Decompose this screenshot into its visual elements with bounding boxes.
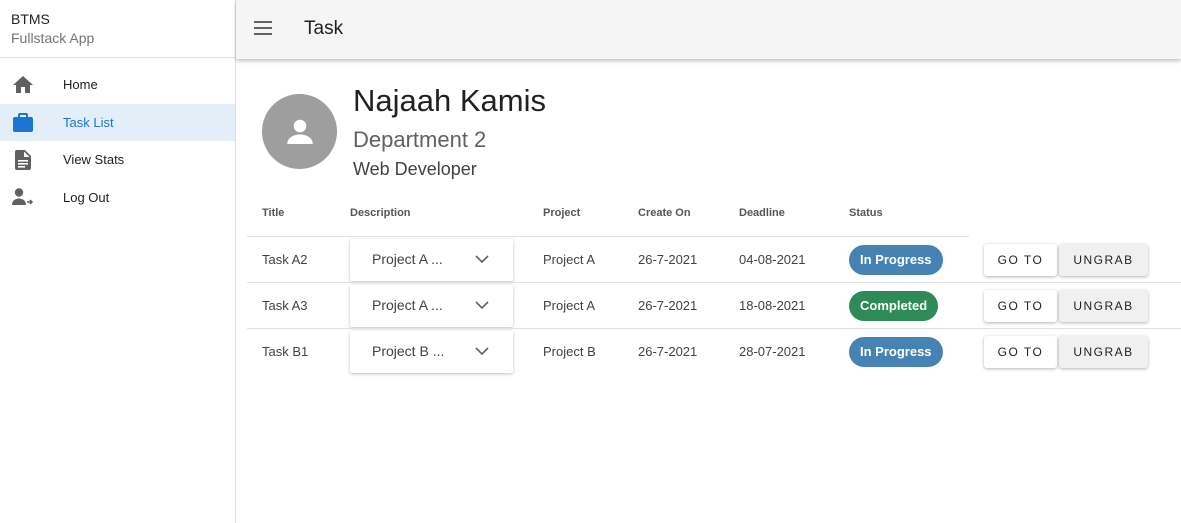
column-header-status: Status	[849, 207, 883, 219]
profile-role: Web Developer	[353, 159, 477, 179]
task-deadline: 28-07-2021	[739, 344, 806, 359]
person-icon	[286, 119, 313, 144]
go-to-button[interactable]: GO TO	[984, 244, 1057, 276]
column-header-deadline: Deadline	[739, 207, 785, 219]
sidebar-item-home[interactable]: Home	[0, 66, 235, 104]
logout-icon	[12, 186, 34, 208]
description-text: Project A ...	[372, 297, 443, 313]
status-badge: Completed	[849, 291, 939, 321]
profile-name: Najaah Kamis	[353, 83, 546, 118]
column-header-title: Title	[262, 207, 285, 219]
column-header-description: Description	[350, 207, 411, 219]
sidebar-item-label: View Stats	[63, 152, 125, 168]
brand-subtitle: Fullstack App	[11, 30, 95, 46]
table-row: Task B1 Project B ... Project B 26-7-202…	[247, 329, 1181, 375]
app-header: Task	[236, 0, 1181, 59]
task-created: 26-7-2021	[638, 252, 698, 267]
task-deadline: 18-08-2021	[739, 298, 806, 313]
sidebar-item-label: Task List	[63, 114, 114, 130]
ungrab-button[interactable]: UNGRAB	[1059, 244, 1148, 276]
sidebar-item-view-stats[interactable]: View Stats	[0, 141, 235, 179]
main-content: Najaah Kamis Department 2 Web Developer …	[236, 59, 1181, 523]
profile-department: Department 2	[353, 127, 487, 152]
task-project: Project A	[543, 252, 596, 267]
brand-title: BTMS	[11, 11, 50, 27]
description-text: Project B ...	[372, 343, 445, 359]
task-title: Task A2	[262, 252, 308, 267]
home-icon	[12, 74, 34, 96]
sidebar-item-label: Home	[63, 77, 98, 93]
avatar	[262, 94, 337, 169]
go-to-button[interactable]: GO TO	[984, 336, 1057, 368]
description-text: Project A ...	[372, 251, 443, 267]
chevron-down-icon	[475, 255, 489, 264]
sidebar-item-log-out[interactable]: Log Out	[0, 179, 235, 217]
document-icon	[12, 149, 34, 171]
table-row: Task A3 Project A ... Project A 26-7-202…	[247, 283, 1181, 329]
task-created: 26-7-2021	[638, 344, 698, 359]
task-deadline: 04-08-2021	[739, 252, 806, 267]
go-to-button[interactable]: GO TO	[984, 290, 1057, 322]
sidebar: BTMS Fullstack App Home Task List View S…	[0, 0, 236, 523]
app-root: BTMS Fullstack App Home Task List View S…	[0, 0, 1181, 523]
status-badge: In Progress	[849, 245, 943, 275]
status-badge: In Progress	[849, 337, 943, 367]
task-title: Task B1	[262, 344, 309, 359]
chevron-down-icon	[475, 301, 489, 310]
sidebar-nav: Home Task List View Stats Log Out	[0, 58, 235, 216]
description-dropdown[interactable]: Project A ...	[350, 285, 513, 327]
column-header-project: Project	[543, 207, 581, 219]
description-dropdown[interactable]: Project B ...	[350, 331, 513, 373]
ungrab-button[interactable]: UNGRAB	[1059, 290, 1148, 322]
table-row: Task A2 Project A ... Project A 26-7-202…	[247, 237, 1181, 283]
ungrab-button[interactable]: UNGRAB	[1059, 336, 1148, 368]
menu-icon[interactable]	[252, 17, 274, 39]
page-title: Task	[304, 18, 344, 39]
description-dropdown[interactable]: Project A ...	[350, 239, 513, 281]
task-project: Project B	[543, 344, 596, 359]
task-project: Project A	[543, 298, 596, 313]
chevron-down-icon	[475, 347, 489, 356]
sidebar-item-label: Log Out	[63, 189, 110, 205]
briefcase-icon	[12, 111, 34, 133]
brand: BTMS Fullstack App	[0, 0, 235, 58]
column-header-create-on: Create On	[638, 207, 691, 219]
task-created: 26-7-2021	[638, 298, 698, 313]
sidebar-item-task-list[interactable]: Task List	[0, 103, 235, 141]
task-title: Task A3	[262, 298, 308, 313]
